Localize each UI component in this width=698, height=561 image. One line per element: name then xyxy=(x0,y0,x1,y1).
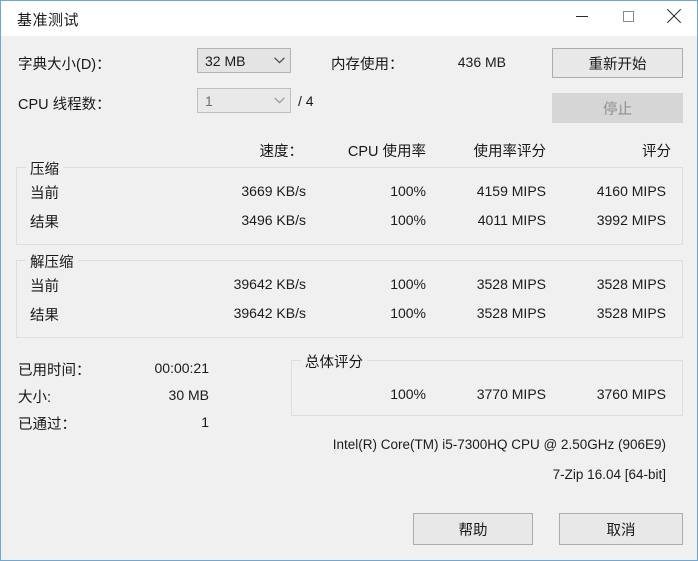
cpu-threads-value: 1 xyxy=(205,92,213,109)
cancel-button[interactable]: 取消 xyxy=(559,513,683,545)
chevron-down-icon xyxy=(268,89,290,112)
compress-result-usage-rating: 4011 MIPS xyxy=(477,212,546,228)
compress-result-cpu-usage: 100% xyxy=(390,212,426,228)
compress-current-cpu-usage: 100% xyxy=(390,183,426,199)
version-text: 7-Zip 16.04 [64-bit] xyxy=(552,467,666,482)
decompress-group-title: 解压缩 xyxy=(26,251,78,272)
cpu-threads-dropdown[interactable]: 1 xyxy=(197,88,291,113)
decompress-current-speed: 39642 KB/s xyxy=(233,276,306,292)
size-value: 30 MB xyxy=(168,387,209,403)
dictionary-size-dropdown[interactable]: 32 MB xyxy=(197,48,291,73)
column-header-cpu-usage: CPU 使用率 xyxy=(347,144,426,160)
decompress-result-usage-rating: 3528 MIPS xyxy=(476,305,546,321)
close-button[interactable] xyxy=(651,1,697,31)
compress-row-result-label: 结果 xyxy=(30,215,59,231)
decompress-row-result-label: 结果 xyxy=(30,308,59,324)
stop-button[interactable]: 停止 xyxy=(552,93,683,123)
dictionary-size-value: 32 MB xyxy=(205,52,246,69)
cpu-threads-label: CPU 线程数： xyxy=(18,97,111,113)
restart-button[interactable]: 重新开始 xyxy=(552,48,683,78)
compress-current-speed: 3669 KB/s xyxy=(241,183,306,199)
decompress-result-cpu-usage: 100% xyxy=(390,305,426,321)
compress-result-speed: 3496 KB/s xyxy=(241,212,306,228)
compress-group-title: 压缩 xyxy=(26,158,63,179)
cpu-threads-total: / 4 xyxy=(298,93,314,109)
help-button[interactable]: 帮助 xyxy=(413,513,533,545)
maximize-icon xyxy=(622,10,634,22)
decompress-current-rating: 3528 MIPS xyxy=(596,276,666,292)
passes-label: 已通过： xyxy=(18,417,76,433)
memory-usage-value: 436 MB xyxy=(457,54,506,70)
dictionary-size-label: 字典大小(D)： xyxy=(18,57,111,73)
decompress-row-current-label: 当前 xyxy=(30,279,59,295)
decompress-result-rating: 3528 MIPS xyxy=(596,305,666,321)
elapsed-time-value: 00:00:21 xyxy=(154,360,210,376)
size-label: 大小: xyxy=(18,390,52,406)
column-header-usage-rating: 使用率评分 xyxy=(473,144,547,160)
column-header-rating: 评分 xyxy=(642,144,671,160)
passes-value: 1 xyxy=(201,414,209,430)
compress-current-rating: 4160 MIPS xyxy=(596,183,666,199)
column-header-speed: 速度： xyxy=(259,144,304,160)
maximize-button[interactable] xyxy=(605,1,651,31)
minimize-button[interactable] xyxy=(559,1,605,31)
decompress-result-speed: 39642 KB/s xyxy=(233,305,306,321)
compress-result-rating: 3992 MIPS xyxy=(596,212,666,228)
cpu-info-text: Intel(R) Core(TM) i5-7300HQ CPU @ 2.50GH… xyxy=(332,437,666,452)
total-rating-group-title: 总体评分 xyxy=(301,351,367,372)
total-usage-rating: 3770 MIPS xyxy=(476,386,546,402)
minimize-icon xyxy=(576,15,588,17)
compress-current-usage-rating: 4159 MIPS xyxy=(476,183,546,199)
window-title: 基准测试 xyxy=(17,12,80,29)
compress-group: 压缩 xyxy=(16,158,683,245)
close-icon xyxy=(667,9,681,23)
compress-row-current-label: 当前 xyxy=(30,186,59,202)
total-rating: 3760 MIPS xyxy=(596,386,666,402)
chevron-down-icon xyxy=(268,49,290,72)
decompress-current-cpu-usage: 100% xyxy=(390,276,426,292)
decompress-current-usage-rating: 3528 MIPS xyxy=(476,276,546,292)
window-controls xyxy=(559,1,697,31)
title-bar: 基准测试 xyxy=(1,1,697,36)
dialog-body: 字典大小(D)： 32 MB 内存使用： 436 MB 重新开始 CPU 线程数… xyxy=(1,36,697,560)
decompress-group: 解压缩 xyxy=(16,251,683,338)
elapsed-time-label: 已用时间： xyxy=(18,363,91,379)
total-cpu-usage: 100% xyxy=(390,386,426,402)
benchmark-window: 基准测试 字典大小(D)： 32 MB 内存使用： 436 MB 重新开始 CP… xyxy=(0,0,698,561)
